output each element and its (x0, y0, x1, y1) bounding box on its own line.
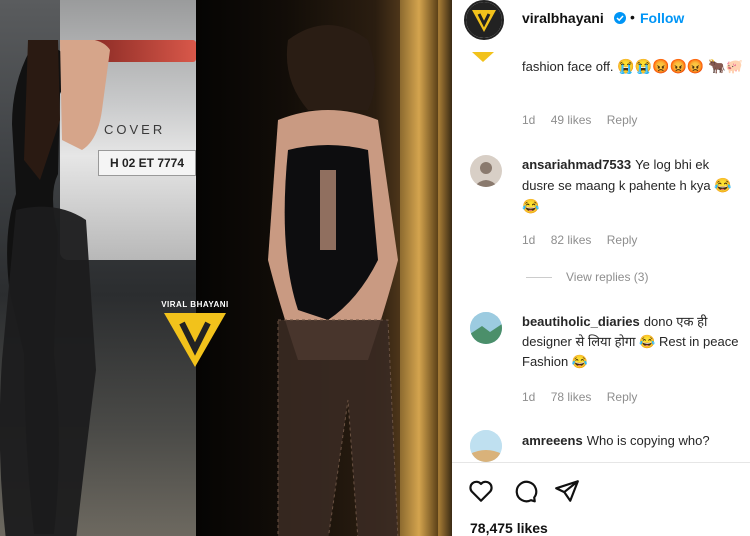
watermark-text: VIRAL BHAYANI (161, 300, 229, 309)
username[interactable]: viralbhayani (522, 10, 604, 26)
comment-time: 1d (522, 113, 536, 127)
comment-icon[interactable] (512, 478, 538, 504)
view-replies-label: View replies (3) (566, 270, 649, 284)
reply-button[interactable]: Reply (607, 233, 638, 247)
separator-dot: • (630, 9, 635, 25)
comment-likes[interactable]: 49 likes (551, 113, 592, 127)
comment-likes[interactable]: 82 likes (551, 233, 592, 247)
comment-avatar-partial[interactable] (470, 50, 496, 64)
follow-button[interactable]: Follow (640, 10, 684, 26)
woman-right-silhouette (268, 25, 399, 536)
license-plate: H 02 ET 7774 (98, 150, 196, 176)
post-photo[interactable]: COVER H 02 ET 7774 VIRAL BHAYANI (0, 0, 452, 536)
view-replies-button[interactable]: View replies (3) (526, 270, 648, 284)
comment-body: fashion face off. (522, 59, 614, 74)
comment-emojis: 😭😭😡😡😡 🐂🐖 (617, 58, 744, 74)
post-sidebar: viralbhayani • Follow fashion face off. … (452, 0, 750, 536)
avatar[interactable] (464, 0, 504, 40)
post-header: viralbhayani • Follow (452, 0, 750, 44)
comment-meta: 1d 49 likes Reply (522, 113, 649, 127)
comment-avatar[interactable] (470, 155, 502, 187)
reply-button[interactable]: Reply (607, 113, 638, 127)
comment-username[interactable]: beautiholic_diaries (522, 314, 640, 329)
comment-time: 1d (522, 233, 536, 247)
watermark: VIRAL BHAYANI (160, 300, 230, 374)
comment-text: amreeens Who is copying who? (522, 431, 744, 451)
comment-text: ansariahmad7533 Ye log bhi ek dusre se ma… (522, 155, 744, 217)
woman-left-silhouette (0, 40, 110, 536)
comment-likes[interactable]: 78 likes (551, 390, 592, 404)
verified-badge-icon (614, 12, 626, 24)
share-icon[interactable] (554, 478, 580, 504)
comment-username[interactable]: amreeens (522, 433, 583, 448)
reply-button[interactable]: Reply (607, 390, 638, 404)
heart-icon[interactable] (468, 478, 494, 504)
comment-time: 1d (522, 390, 536, 404)
likes-count[interactable]: 78,475 likes (470, 520, 548, 536)
comment-meta: 1d 78 likes Reply (522, 390, 649, 404)
car-brand-text: COVER (104, 122, 166, 137)
comment-meta: 1d 82 likes Reply (522, 233, 649, 247)
view-replies-line (526, 277, 552, 279)
comment-avatar[interactable] (470, 312, 502, 344)
comment-avatar[interactable] (470, 430, 502, 462)
comment-text: fashion face off. 😭😭😡😡😡 🐂🐖 (522, 56, 744, 77)
comment-text: beautiholic_diaries dono एक ही designer स… (522, 312, 744, 372)
watermark-logo-icon (164, 313, 226, 367)
divider (452, 462, 750, 463)
comment-body: Who is copying who? (586, 433, 710, 448)
viral-logo-icon (466, 2, 502, 38)
comment-username[interactable]: ansariahmad7533 (522, 157, 631, 172)
